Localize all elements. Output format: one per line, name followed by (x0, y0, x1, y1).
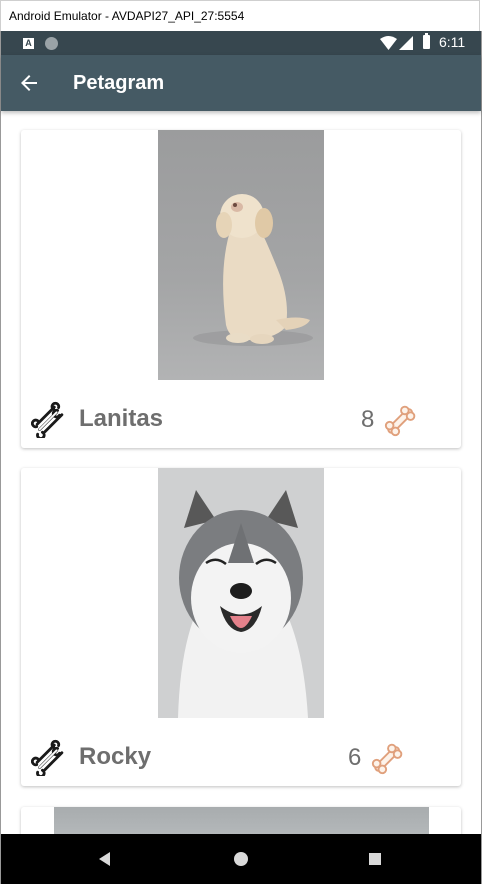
pet-photo-husky (158, 468, 324, 718)
pet-list[interactable]: Lanitas 8 Rocky 6 (1, 111, 481, 834)
page-title: Petagram (73, 72, 165, 94)
pet-photo (54, 807, 429, 834)
app-toolbar: Petagram (1, 55, 481, 111)
bone-outline-icon[interactable] (31, 738, 69, 776)
nav-home-icon[interactable] (234, 852, 248, 866)
pet-card (21, 807, 461, 834)
pet-card: Lanitas 8 (21, 130, 461, 448)
wifi-icon (380, 36, 397, 50)
battery-icon (423, 33, 430, 49)
bone-icon (384, 405, 416, 437)
sync-icon (45, 37, 58, 50)
pet-name: Lanitas (79, 405, 164, 432)
bone-icon (371, 743, 403, 775)
nav-back-icon[interactable] (99, 852, 110, 866)
nav-recents-icon[interactable] (369, 853, 381, 865)
pet-card: Rocky 6 (21, 468, 461, 786)
pet-name: Rocky (79, 743, 152, 770)
status-bar: A 6:11 (1, 31, 481, 55)
window-title: Android Emulator - AVDAPI27_API_27:5554 (0, 0, 480, 31)
system-nav-bar (1, 834, 481, 884)
pet-photo-poodle (158, 130, 324, 380)
clock: 6:11 (439, 34, 466, 50)
arrow-back-icon[interactable] (17, 71, 41, 95)
notification-icon: A (23, 38, 34, 49)
like-count: 6 (348, 744, 362, 771)
bone-outline-icon[interactable] (31, 400, 69, 438)
like-count: 8 (361, 406, 375, 433)
signal-icon (399, 36, 413, 50)
